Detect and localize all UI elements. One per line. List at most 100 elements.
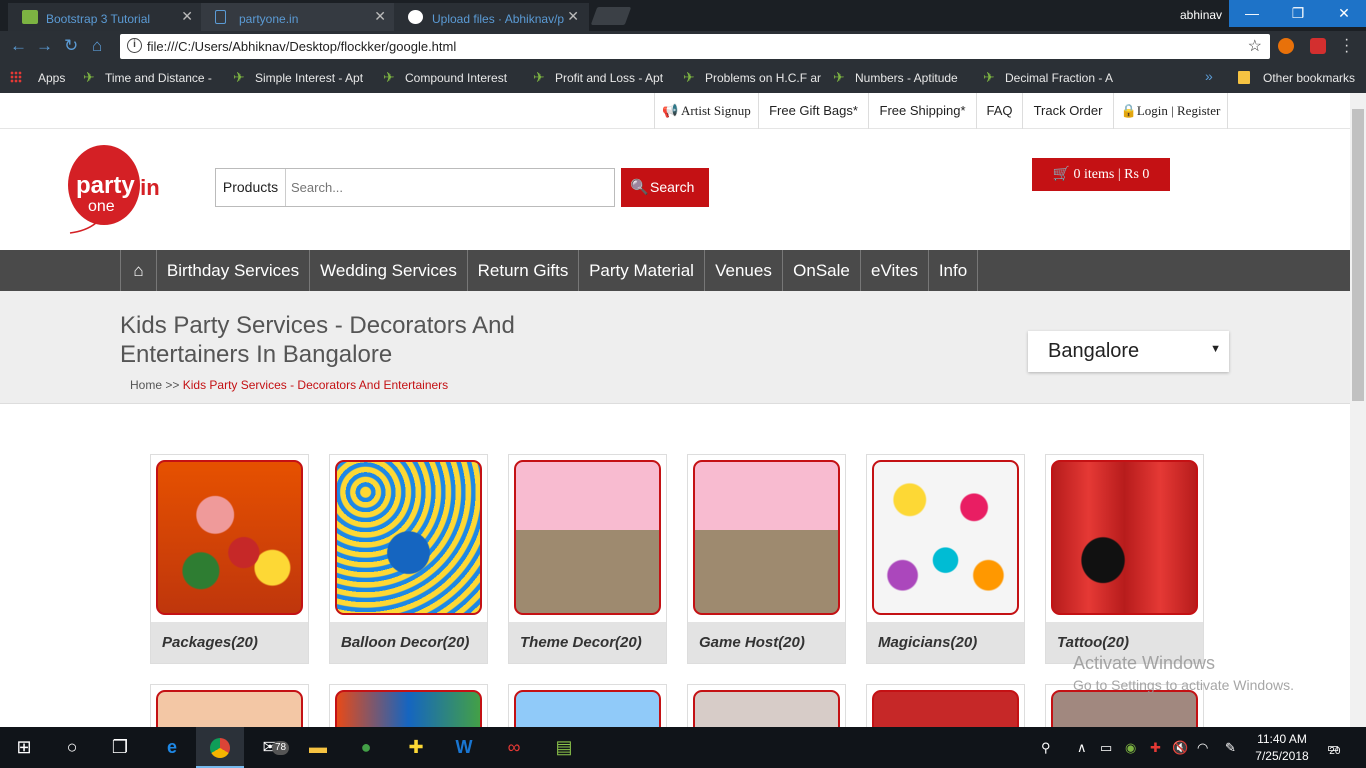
login-link[interactable]: Login	[1137, 103, 1168, 118]
main-nav: ⌂ Birthday Services Wedding Services Ret…	[0, 250, 1350, 291]
bookmark-item[interactable]: ✈ Simple Interest - Apt	[233, 69, 363, 85]
bookmark-item[interactable]: ✈ Time and Distance -	[83, 69, 212, 85]
site-header: party one .in Products 🔍 Search 🛒 0 item…	[0, 129, 1350, 250]
back-icon[interactable]: ←	[10, 36, 27, 56]
cart-button[interactable]: 🛒 0 items | Rs 0	[1032, 158, 1170, 191]
scrollbar-thumb[interactable]	[1352, 109, 1364, 401]
people-icon[interactable]: ⚲	[1041, 740, 1051, 756]
close-tab-icon[interactable]: ✕	[374, 8, 386, 25]
category-card-theme-decor[interactable]: Theme Decor(20)	[508, 454, 667, 664]
close-tab-icon[interactable]: ✕	[181, 8, 193, 25]
chevron-up-icon[interactable]: ∧	[1077, 740, 1087, 756]
extension-icon[interactable]	[1278, 38, 1294, 54]
register-link[interactable]: Register	[1177, 103, 1220, 118]
address-bar[interactable]: i file:///C:/Users/Abhiknav/Desktop/floc…	[120, 34, 1270, 59]
close-window-button[interactable]: ✕	[1321, 0, 1366, 27]
tab-partyone[interactable]: partyone.in ✕	[201, 3, 396, 31]
category-card-tattoo[interactable]: Tattoo(20)	[1045, 454, 1204, 664]
breadcrumb: Home >> Kids Party Services - Decorators…	[130, 378, 449, 392]
bookmark-item[interactable]: ✈ Compound Interest	[383, 69, 507, 85]
search-button[interactable]: 🔍 Search	[621, 168, 709, 207]
extension-icon[interactable]	[1310, 38, 1326, 54]
nav-wedding-services[interactable]: Wedding Services	[310, 250, 468, 291]
folder-icon	[1238, 71, 1250, 84]
bookmark-apps[interactable]: Apps	[38, 71, 65, 85]
city-select[interactable]: Bangalore ▼	[1028, 331, 1229, 372]
track-order-link[interactable]: Track Order	[1022, 93, 1113, 129]
page-title: Kids Party Services - Decorators And Ent…	[120, 312, 515, 368]
start-windows-icon[interactable]: ⊞	[0, 727, 48, 768]
other-bookmarks[interactable]: Other bookmarks	[1263, 71, 1355, 85]
free-shipping-link[interactable]: Free Shipping*	[868, 93, 976, 129]
profile-name[interactable]: abhinav	[1180, 8, 1222, 22]
category-label: Balloon Decor(20)	[330, 622, 487, 663]
svg-text:.in: .in	[134, 175, 160, 200]
bookmark-star-icon[interactable]: ☆	[1248, 36, 1262, 56]
minimize-button[interactable]: —	[1229, 0, 1275, 27]
category-card-magicians[interactable]: Magicians(20)	[866, 454, 1025, 664]
close-tab-icon[interactable]: ✕	[567, 8, 579, 25]
artist-signup-link[interactable]: 📢 Artist Signup	[654, 93, 758, 129]
more-bookmarks-button[interactable]: »	[1205, 68, 1213, 84]
app-icon[interactable]: ✚	[392, 727, 440, 768]
category-card-packages[interactable]: Packages(20)	[150, 454, 309, 664]
github-icon	[408, 10, 423, 24]
mail-icon[interactable]: ✉ 78	[246, 727, 294, 768]
tab-title: Upload files · Abhiknav/p	[432, 12, 565, 26]
category-card-balloon-decor[interactable]: Balloon Decor(20)	[329, 454, 488, 664]
cortana-icon[interactable]: ○	[48, 727, 96, 768]
info-icon[interactable]: i	[127, 38, 142, 53]
app-icon[interactable]: ∞	[490, 727, 538, 768]
bookmark-item[interactable]: ✈ Problems on H.C.F ar	[683, 69, 821, 85]
notifications-icon[interactable]: ▭20	[1327, 740, 1350, 757]
app-icon[interactable]: ●	[342, 727, 390, 768]
search-category[interactable]: Products	[216, 169, 286, 206]
tab-github[interactable]: Upload files · Abhiknav/p ✕	[394, 3, 589, 31]
nav-info[interactable]: Info	[929, 250, 978, 291]
reload-icon[interactable]: ↻	[64, 36, 78, 56]
browser-toolbar: ← → ↻ ⌂ i file:///C:/Users/Abhiknav/Desk…	[0, 31, 1366, 62]
forward-icon[interactable]: →	[36, 36, 53, 56]
tab-bootstrap[interactable]: Bootstrap 3 Tutorial ✕	[8, 3, 203, 31]
chrome-menu-icon[interactable]: · · ·	[1344, 32, 1349, 60]
category-label: Magicians(20)	[867, 622, 1024, 663]
system-clock[interactable]: 11:40 AM 7/25/2018	[1252, 731, 1312, 765]
maximize-button[interactable]: ❐	[1275, 0, 1321, 27]
volume-muted-icon[interactable]: 🔇	[1172, 740, 1188, 756]
free-gift-bags-link[interactable]: Free Gift Bags*	[758, 93, 868, 129]
nav-birthday-services[interactable]: Birthday Services	[157, 250, 310, 291]
defender-icon[interactable]: ✚	[1150, 740, 1161, 756]
magicians-image	[872, 460, 1019, 615]
battery-icon[interactable]: ▭	[1100, 740, 1112, 756]
tattoo-image	[1051, 460, 1198, 615]
chrome-icon[interactable]	[196, 727, 244, 768]
search-icon: 🔍	[630, 179, 649, 196]
breadcrumb-home[interactable]: Home	[130, 378, 162, 392]
nav-party-material[interactable]: Party Material	[579, 250, 705, 291]
security-icon[interactable]: ◉	[1125, 740, 1136, 756]
nav-venues[interactable]: Venues	[705, 250, 783, 291]
faq-link[interactable]: FAQ	[976, 93, 1022, 129]
category-card-game-host[interactable]: Game Host(20)	[687, 454, 846, 664]
task-view-icon[interactable]: ❐	[96, 727, 144, 768]
word-icon[interactable]: W	[440, 727, 488, 768]
wifi-icon[interactable]: ◠	[1197, 740, 1208, 756]
home-icon[interactable]: ⌂	[92, 36, 102, 56]
bookmark-item[interactable]: ✈ Decimal Fraction - A	[983, 69, 1113, 85]
nav-onsale[interactable]: OnSale	[783, 250, 861, 291]
partyone-logo[interactable]: party one .in	[66, 143, 170, 235]
nav-return-gifts[interactable]: Return Gifts	[468, 250, 579, 291]
file-explorer-icon[interactable]: ▬	[294, 727, 342, 768]
indiabix-icon: ✈	[983, 69, 995, 85]
cart-icon: 🛒	[1052, 167, 1070, 182]
bookmark-item[interactable]: ✈ Profit and Loss - Apt	[533, 69, 663, 85]
search-input[interactable]	[289, 169, 609, 206]
new-tab-button[interactable]	[590, 7, 632, 25]
nav-evites[interactable]: eVites	[861, 250, 929, 291]
svg-text:one: one	[88, 198, 115, 215]
bookmark-item[interactable]: ✈ Numbers - Aptitude	[833, 69, 958, 85]
pen-icon[interactable]: ✎	[1225, 740, 1236, 756]
home-nav-icon[interactable]: ⌂	[120, 250, 157, 291]
edge-icon[interactable]: e	[148, 727, 196, 768]
notepad-icon[interactable]: ▤	[540, 727, 588, 768]
